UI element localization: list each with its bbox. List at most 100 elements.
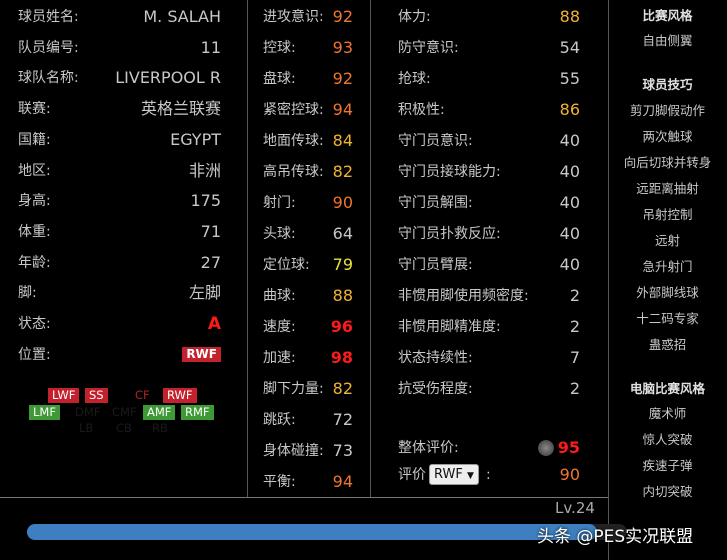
ability-label: 跳跃: <box>263 412 296 428</box>
ability-value: 84 <box>332 131 353 150</box>
sidebar-heading: 电脑比赛风格 <box>629 381 705 396</box>
ability-value: 55 <box>559 69 580 88</box>
ability-label: 抢球: <box>398 71 431 87</box>
ability-row: 非惯用脚使用频密度: 2 <box>398 286 580 306</box>
ability-label: 定位球: <box>263 257 310 273</box>
ability-row: 体力: 88 <box>398 7 580 27</box>
profile-label: 位置: <box>18 346 51 363</box>
ability-row: 加速: 98 <box>263 348 353 368</box>
divider <box>370 0 371 497</box>
ability-row: 守门员意识: 40 <box>398 131 580 151</box>
ability-value: 2 <box>569 379 580 398</box>
emblem-icon <box>538 440 554 456</box>
profile-value: EGYPT <box>170 129 221 149</box>
sidebar-item: 内切突破 <box>642 484 693 499</box>
position-tag: RWF <box>163 388 197 403</box>
ability-label: 射门: <box>263 195 296 211</box>
ability-value: 7 <box>569 348 580 367</box>
sidebar-item: 远距离抽射 <box>636 181 699 196</box>
ability-row: 抢球: 55 <box>398 69 580 89</box>
player-stats-panel: 整体评价: 95 评价 RWF ▼ : 90 Lv.24 头条 @PES实况联盟… <box>0 0 727 560</box>
sidebar-item: 自由侧翼 <box>642 33 693 48</box>
ability-value: 64 <box>332 224 353 243</box>
position-tag: AMF <box>143 405 176 420</box>
ability-label: 守门员意识: <box>398 133 473 149</box>
ability-row: 盘球: 92 <box>263 69 353 89</box>
condition-value: A <box>207 314 221 334</box>
profile-row: 联赛: 英格兰联赛 <box>18 99 221 119</box>
profile-label: 身高: <box>18 193 51 210</box>
level-label: Lv.24 <box>555 499 595 517</box>
profile-value: 左脚 <box>188 283 221 303</box>
rating-label: 评价 <box>398 467 426 483</box>
ability-row: 进攻意识: 92 <box>263 7 353 27</box>
ability-label: 守门员扑救反应: <box>398 226 501 242</box>
ability-label: 非惯用脚精准度: <box>398 319 501 335</box>
sidebar-item: 疾速子弹 <box>642 458 693 473</box>
ability-value: 40 <box>559 162 580 181</box>
position-tag: LMF <box>29 405 60 420</box>
ability-label: 抗受伤程度: <box>398 381 473 397</box>
sidebar-item: 十二码专家 <box>636 311 699 326</box>
profile-label: 体重: <box>18 223 51 240</box>
profile-value: 27 <box>200 252 221 272</box>
profile-row: 国籍: EGYPT <box>18 130 221 150</box>
ability-row: 平衡: 94 <box>263 472 353 492</box>
ability-value: 73 <box>332 441 353 460</box>
position-tag: SS <box>85 388 108 403</box>
sidebar-item: 魔术师 <box>648 406 687 421</box>
ability-row: 紧密控球: 94 <box>263 100 353 120</box>
profile-value: 71 <box>200 221 221 241</box>
sidebar-item: 远射 <box>654 233 680 248</box>
ability-value: 40 <box>559 255 580 274</box>
position-tag: LB <box>79 421 94 435</box>
ability-value: 88 <box>559 7 580 26</box>
position-badge: RWF <box>182 346 221 362</box>
ability-row: 脚下力量: 82 <box>263 379 353 399</box>
ability-label: 速度: <box>263 319 296 335</box>
ability-label: 防守意识: <box>398 40 459 56</box>
ability-value: 82 <box>332 379 353 398</box>
sidebar-item: 剪刀脚假动作 <box>629 103 705 118</box>
ability-value: 79 <box>332 255 353 274</box>
divider <box>247 0 248 497</box>
ability-value: 96 <box>330 317 353 336</box>
position-tag: LWF <box>48 388 80 403</box>
position-select[interactable]: RWF ▼ <box>429 464 479 485</box>
profile-value: LIVERPOOL R <box>115 68 221 88</box>
ability-value: 94 <box>332 100 353 119</box>
ability-label: 控球: <box>263 40 296 56</box>
ability-label: 守门员解围: <box>398 195 473 211</box>
ability-row: 曲球: 88 <box>263 286 353 306</box>
profile-label: 脚: <box>18 285 37 302</box>
profile-value: 英格兰联赛 <box>140 99 221 119</box>
ability-label: 头球: <box>263 226 296 242</box>
ability-value: 2 <box>569 286 580 305</box>
ability-row: 守门员臂展: 40 <box>398 255 580 275</box>
ability-value: 92 <box>332 7 353 26</box>
ability-value: 72 <box>332 410 353 429</box>
ability-row: 头球: 64 <box>263 224 353 244</box>
ability-row: 射门: 90 <box>263 193 353 213</box>
ability-label: 非惯用脚使用频密度: <box>398 288 529 304</box>
profile-label: 状态: <box>18 316 51 332</box>
ability-label: 加速: <box>263 350 296 366</box>
sidebar-item: 惊人突破 <box>642 432 693 447</box>
profile-label: 联赛: <box>18 101 51 118</box>
ability-label: 积极性: <box>398 102 445 118</box>
profile-label: 国籍: <box>18 131 51 148</box>
ability-value: 54 <box>559 38 580 57</box>
ability-value: 92 <box>332 69 353 88</box>
profile-row: 体重: 71 <box>18 222 221 242</box>
profile-label: 地区: <box>18 162 51 179</box>
sidebar-heading: 比赛风格 <box>642 8 693 23</box>
sidebar-item: 外部脚线球 <box>636 285 699 300</box>
divider <box>0 497 608 498</box>
level-progress-fill <box>27 524 597 540</box>
ability-value: 94 <box>332 472 353 491</box>
ability-row: 高吊传球: 82 <box>263 162 353 182</box>
ability-value: 93 <box>332 38 353 57</box>
ability-row: 守门员扑救反应: 40 <box>398 224 580 244</box>
ability-label: 体力: <box>398 9 431 25</box>
profile-row: 球员姓名: M. SALAH <box>18 7 221 27</box>
